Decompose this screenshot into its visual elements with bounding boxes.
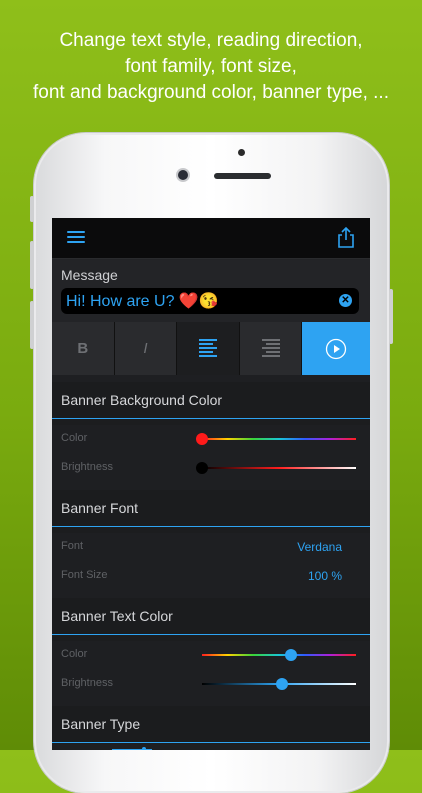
promo-caption: Change text style, reading direction, fo…: [0, 28, 422, 106]
banner-type-header: Banner Type: [52, 706, 370, 743]
align-right-icon: [261, 338, 280, 359]
font-size-label: Font Size: [61, 569, 108, 581]
text-brightness-label: Brightness: [61, 677, 113, 689]
mute-switch: [30, 196, 34, 222]
share-icon[interactable]: [336, 226, 356, 249]
volume-down-button: [30, 301, 34, 349]
promo-line-2: font family, font size,: [125, 56, 297, 77]
hamburger-menu-icon[interactable]: [67, 231, 85, 245]
banner-background-color-header: Banner Background Color: [52, 382, 370, 419]
bg-brightness-label: Brightness: [61, 461, 113, 473]
bg-color-row: Color: [52, 425, 370, 454]
bg-brightness-knob[interactable]: [196, 462, 208, 474]
italic-label: I: [143, 340, 148, 357]
top-toolbar: [52, 218, 370, 258]
power-button: [389, 289, 393, 344]
promo-line-1: Change text style, reading direction,: [59, 30, 363, 51]
align-right-button[interactable]: [239, 322, 303, 375]
front-camera-icon: [178, 170, 188, 180]
align-left-button[interactable]: [177, 322, 240, 375]
message-text[interactable]: Hi! How are U? ❤️😘: [66, 291, 219, 311]
bold-button[interactable]: B: [52, 322, 115, 375]
italic-button[interactable]: I: [114, 322, 178, 375]
message-label: Message: [61, 267, 118, 283]
text-color-slider[interactable]: [202, 649, 356, 661]
text-color-label: Color: [61, 648, 88, 660]
text-brightness-slider[interactable]: [202, 678, 356, 690]
bg-color-label: Color: [61, 432, 88, 444]
font-row[interactable]: Font Verdana: [52, 533, 370, 562]
proximity-sensor: [238, 149, 245, 156]
text-color-row: Color: [52, 641, 370, 670]
font-size-value[interactable]: 100 %: [308, 569, 342, 583]
earpiece-speaker: [214, 173, 271, 179]
banner-font-header: Banner Font: [52, 490, 370, 527]
text-brightness-knob[interactable]: [276, 678, 288, 690]
app-screen: Message Hi! How are U? ❤️😘 ✕ B I Banner …: [52, 218, 370, 750]
font-label: Font: [61, 540, 84, 552]
banner-text-color-header: Banner Text Color: [52, 598, 370, 635]
text-brightness-row: Brightness: [52, 670, 370, 699]
play-icon: [326, 338, 347, 359]
bg-brightness-slider[interactable]: [196, 462, 356, 474]
play-button[interactable]: [302, 322, 370, 375]
format-toolbar: B I: [52, 322, 370, 375]
bg-color-knob[interactable]: [196, 433, 208, 445]
message-section: Message Hi! How are U? ❤️😘 ✕: [52, 258, 370, 322]
text-color-knob[interactable]: [285, 649, 297, 661]
volume-up-button: [30, 241, 34, 289]
bold-label: B: [77, 340, 89, 357]
promo-line-3: font and background color, banner type, …: [33, 82, 389, 103]
clear-icon[interactable]: ✕: [339, 294, 352, 307]
banner-type-row: [52, 743, 370, 750]
bg-brightness-row: Brightness: [52, 454, 370, 483]
font-size-row[interactable]: Font Size 100 %: [52, 562, 370, 591]
message-input[interactable]: Hi! How are U? ❤️😘 ✕: [61, 288, 359, 314]
font-value[interactable]: Verdana: [297, 540, 342, 554]
bg-color-slider[interactable]: [196, 433, 356, 445]
align-left-icon: [199, 338, 218, 359]
